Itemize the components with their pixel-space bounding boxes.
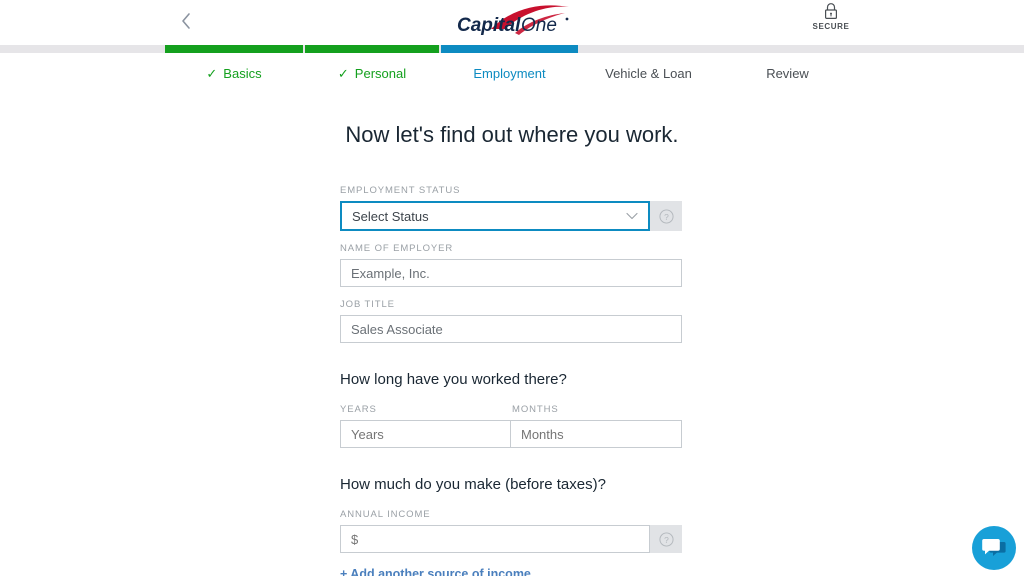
- chevron-down-icon: [626, 212, 638, 220]
- progress-segment-personal: [305, 45, 439, 53]
- step-review[interactable]: Review: [719, 62, 856, 84]
- job-title-input[interactable]: [340, 315, 682, 343]
- site-header: Capital One SECURE: [0, 0, 1024, 46]
- lock-icon: [824, 3, 838, 19]
- employer-label: NAME OF EMPLOYER: [340, 243, 454, 254]
- question-circle-icon: ?: [658, 208, 674, 224]
- step-vehicle-loan[interactable]: Vehicle & Loan: [580, 62, 717, 84]
- progress-segment-basics: [165, 45, 303, 53]
- employment-status-help-button[interactable]: ?: [650, 201, 682, 231]
- page-root: Capital One SECURE ✓ Basics ✓ Personal E…: [0, 0, 1024, 576]
- employer-input[interactable]: [340, 259, 682, 287]
- svg-text:One: One: [521, 15, 557, 36]
- duration-question: How long have you worked there?: [340, 371, 567, 388]
- employment-status-row: Select Status ?: [340, 201, 682, 231]
- chat-bubble-icon: [982, 539, 1006, 556]
- job-title-label: JOB TITLE: [340, 299, 395, 310]
- add-income-source-link[interactable]: + Add another source of income: [340, 567, 682, 576]
- step-basics[interactable]: ✓ Basics: [165, 62, 303, 84]
- svg-text:?: ?: [664, 211, 669, 221]
- employment-status-label: EMPLOYMENT STATUS: [340, 185, 461, 196]
- progress-segment-review: [719, 45, 856, 53]
- annual-income-input[interactable]: [340, 525, 650, 553]
- annual-income-row: ?: [340, 525, 682, 553]
- annual-income-help-button[interactable]: ?: [650, 525, 682, 553]
- page-title: Now let's find out where you work.: [345, 122, 679, 147]
- years-input[interactable]: [340, 420, 511, 448]
- capital-one-logo-mark: Capital One: [457, 5, 569, 36]
- annual-income-label: ANNUAL INCOME: [340, 509, 431, 520]
- svg-text:?: ?: [664, 534, 669, 544]
- back-button[interactable]: [172, 6, 200, 36]
- step-employment-label: Employment: [473, 65, 546, 81]
- step-basics-label: Basics: [223, 65, 262, 81]
- step-review-label: Review: [766, 65, 809, 81]
- progress-steps: ✓ Basics ✓ Personal Employment Vehicle &…: [0, 62, 1024, 86]
- svg-text:Capital: Capital: [457, 15, 521, 36]
- progress-segment-vehicle: [580, 45, 717, 53]
- chevron-left-icon: [182, 13, 190, 29]
- years-label: YEARS: [340, 404, 377, 415]
- employment-form: EMPLOYMENT STATUS Select Status ? NAME O…: [340, 185, 682, 576]
- months-input[interactable]: [511, 420, 682, 448]
- step-vehicle-loan-label: Vehicle & Loan: [605, 65, 692, 81]
- question-circle-icon: ?: [658, 531, 674, 547]
- progress-segment-employment: [441, 45, 578, 53]
- capital-one-logo[interactable]: Capital One: [455, 3, 573, 43]
- step-employment[interactable]: Employment: [441, 62, 578, 84]
- duration-inputs: [340, 420, 682, 448]
- income-question: How much do you make (before taxes)?: [340, 476, 606, 493]
- chat-widget-button[interactable]: [972, 526, 1016, 570]
- employment-status-value: Select Status: [352, 208, 429, 224]
- check-icon: ✓: [337, 65, 349, 81]
- months-label: MONTHS: [512, 404, 559, 415]
- secure-label: SECURE: [812, 22, 850, 31]
- employment-status-select[interactable]: Select Status: [340, 201, 650, 231]
- secure-badge: SECURE: [808, 2, 854, 31]
- step-personal-label: Personal: [354, 65, 407, 81]
- check-icon: ✓: [206, 65, 218, 81]
- step-personal[interactable]: ✓ Personal: [305, 62, 439, 84]
